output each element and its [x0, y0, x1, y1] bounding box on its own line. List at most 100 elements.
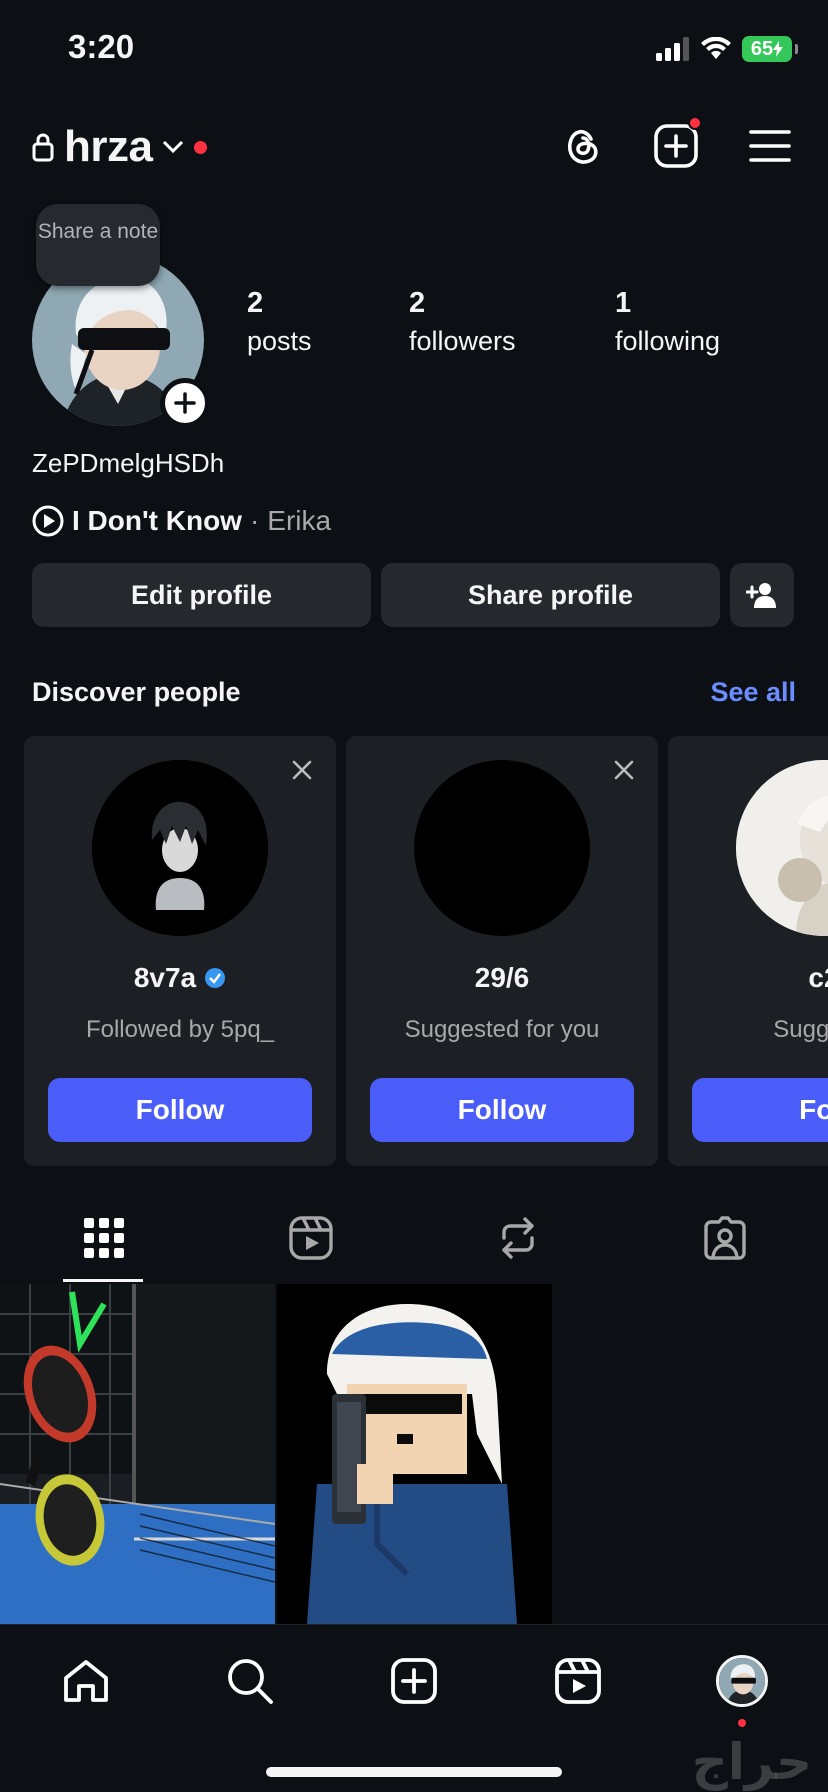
music-separator: ·: [249, 505, 260, 536]
share-note-bubble[interactable]: Share a note: [36, 204, 160, 286]
status-icons: 65: [656, 36, 798, 62]
battery-indicator: 65: [742, 36, 798, 62]
profile-music[interactable]: I Don't Know · Erika: [32, 505, 331, 537]
nav-create[interactable]: [386, 1653, 442, 1709]
threads-button[interactable]: [558, 122, 606, 170]
suggestion-name-row[interactable]: 29/6: [346, 962, 658, 994]
music-song-title: I Don't Know: [72, 505, 242, 536]
create-button[interactable]: [652, 116, 702, 170]
post-thumbnail[interactable]: [0, 1284, 275, 1624]
followers-label: followers: [409, 326, 516, 356]
plus-square-icon: [654, 124, 698, 168]
music-artist: Erika: [267, 505, 332, 536]
tagged-person-icon: [703, 1216, 746, 1260]
suggestion-reason: Suggested for you: [404, 1016, 600, 1043]
suggestion-username: 29/6: [474, 962, 530, 993]
status-bar: 3:20 65: [0, 0, 828, 100]
nav-home[interactable]: [58, 1653, 114, 1709]
play-circle-icon: [32, 505, 64, 537]
home-icon: [64, 1660, 108, 1702]
plus-icon: [174, 392, 196, 414]
follow-button[interactable]: Follow: [48, 1078, 312, 1142]
profile-header: hrza: [0, 112, 828, 182]
see-all-link[interactable]: See all: [710, 677, 796, 708]
add-story-button[interactable]: [160, 378, 210, 428]
add-person-icon: [746, 583, 776, 608]
stat-following[interactable]: 1 following: [615, 284, 775, 360]
hamburger-menu-icon: [749, 130, 791, 162]
suggestion-avatar[interactable]: [414, 760, 590, 936]
posts-grid: [0, 1284, 828, 1624]
wifi-icon: [701, 37, 731, 59]
bottom-navigation: حراج: [0, 1624, 828, 1792]
plus-square-icon: [391, 1658, 437, 1704]
stat-followers[interactable]: 2 followers: [409, 284, 615, 360]
header-actions: [558, 116, 794, 170]
follow-button[interactable]: Foll: [692, 1078, 828, 1142]
following-label: following: [615, 326, 721, 356]
verified-badge-icon: [205, 968, 226, 988]
suggestion-reason: Suggeste: [773, 1016, 828, 1043]
suggestion-avatar[interactable]: [92, 760, 268, 936]
discover-people-title: Discover people: [32, 677, 241, 707]
chevron-down-icon: [163, 140, 184, 154]
suggestion-username: c2: [808, 962, 828, 993]
tab-posts-grid[interactable]: [0, 1194, 207, 1282]
suggestion-card[interactable]: 29/6 Suggested for you Follow: [346, 736, 658, 1166]
nav-reels[interactable]: [550, 1653, 606, 1709]
nav-search[interactable]: [222, 1653, 278, 1709]
profile-content-tabs: [0, 1194, 828, 1282]
account-switcher[interactable]: hrza: [32, 122, 208, 172]
share-profile-button[interactable]: Share profile: [381, 563, 720, 627]
suggestion-card[interactable]: 8v7a Followed by 5pq_ Follow: [24, 736, 336, 1166]
edit-profile-button[interactable]: Edit profile: [32, 563, 371, 627]
following-count: 1: [615, 287, 632, 319]
follow-button[interactable]: Follow: [370, 1078, 634, 1142]
padel-court-photo: [0, 1284, 275, 1624]
followers-count: 2: [409, 287, 426, 319]
close-icon[interactable]: [612, 758, 636, 782]
profile-stats: 2 posts 2 followers 1 following: [247, 284, 775, 360]
home-indicator[interactable]: [266, 1767, 562, 1777]
grid-icon: [83, 1218, 124, 1258]
suggestion-name-row[interactable]: c2: [668, 962, 828, 994]
tab-reels[interactable]: [207, 1194, 414, 1282]
create-notification-dot: [688, 116, 702, 130]
charging-bolt-icon: [773, 41, 784, 57]
post-thumbnail[interactable]: [277, 1284, 552, 1624]
status-time: 3:20: [68, 28, 135, 65]
tab-reposts[interactable]: [414, 1194, 621, 1282]
suggestion-card[interactable]: c2 Suggeste Foll: [668, 736, 828, 1166]
close-icon[interactable]: [290, 758, 314, 782]
suggestion-reason: Followed by 5pq_: [85, 1016, 275, 1043]
threads-icon: [567, 129, 598, 164]
lock-icon: [32, 133, 54, 162]
suggestion-username: 8v7a: [133, 962, 197, 993]
nav-profile[interactable]: [714, 1653, 770, 1727]
discover-people-header: Discover people See all: [32, 677, 796, 708]
repost-icon: [501, 1217, 534, 1259]
profile-full-name: ZePDmelgHSDh: [32, 448, 225, 478]
battery-level: 65: [750, 37, 774, 60]
discover-people-carousel[interactable]: 8v7a Followed by 5pq_ Follow 29/6 Sugges…: [24, 736, 828, 1167]
cellular-signal-icon: [656, 37, 689, 61]
posts-label: posts: [247, 326, 312, 356]
menu-button[interactable]: [746, 122, 794, 170]
avatar-image: [92, 760, 268, 936]
header-username: hrza: [64, 122, 153, 171]
search-icon: [228, 1659, 273, 1704]
pixel-art-photo: [277, 1284, 552, 1624]
watermark-logo: حراج: [691, 1733, 812, 1791]
suggestion-name-row[interactable]: 8v7a: [24, 962, 336, 994]
account-notification-dot: [194, 140, 208, 154]
discover-people-toggle-button[interactable]: [730, 563, 794, 627]
reels-icon: [288, 1216, 333, 1260]
avatar-image: [736, 760, 828, 936]
avatar-image: [719, 1658, 765, 1704]
tab-tagged[interactable]: [621, 1194, 828, 1282]
stat-posts[interactable]: 2 posts: [247, 284, 409, 360]
profile-notification-dot: [738, 1719, 746, 1727]
suggestion-avatar[interactable]: [736, 760, 828, 936]
posts-count: 2: [247, 287, 264, 319]
reels-icon: [555, 1658, 601, 1704]
